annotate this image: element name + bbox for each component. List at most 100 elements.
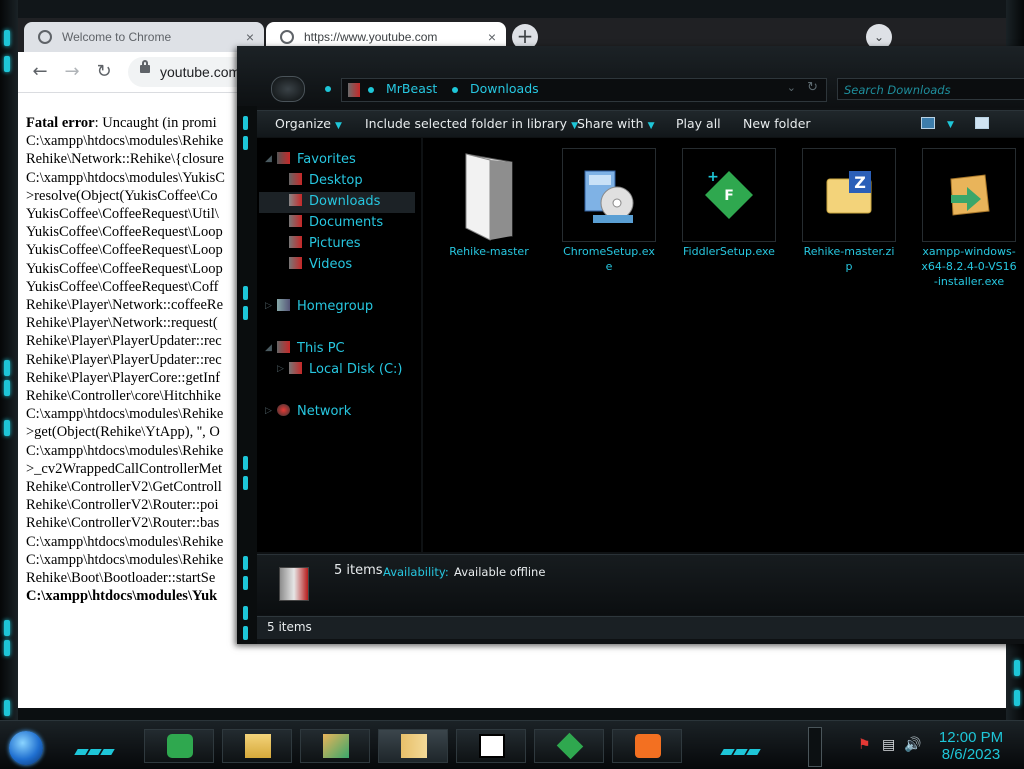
error-line: Rehike\ControllerV2\Router::bas [26, 515, 220, 532]
nav-label: Documents [309, 215, 384, 230]
network-icon[interactable]: ▤ [882, 737, 895, 753]
desktop-top-frame [0, 0, 1024, 18]
breadcrumb-downloads[interactable]: Downloads [470, 81, 539, 96]
tab-title: https://www.youtube.com [304, 30, 438, 44]
share-with-button[interactable]: Share with ▼ [577, 116, 655, 131]
nav-local-disk[interactable]: Local Disk (C:) [289, 362, 402, 377]
svg-text:F: F [724, 188, 734, 204]
new-folder-button[interactable]: New folder [743, 116, 811, 131]
file-item-rehike-master-zip[interactable]: Z Rehike-master.zip [801, 148, 897, 274]
refresh-icon[interactable]: ↻ [807, 80, 818, 95]
error-line: Rehike\Controller\core\Hitchhike [26, 388, 221, 405]
chevron-down-icon: ▼ [647, 121, 655, 131]
nav-label: Desktop [309, 173, 363, 188]
taskbar-installer[interactable] [300, 729, 370, 763]
taskbar-xampp[interactable] [612, 729, 682, 763]
documents-icon [289, 215, 302, 227]
organize-button[interactable]: Organize ▼ [275, 116, 342, 131]
pictures-icon [289, 236, 302, 248]
videos-icon [289, 257, 302, 269]
organize-label: Organize [275, 116, 331, 131]
nav-this-pc[interactable]: This PC [277, 341, 345, 356]
folder-thumbnail-icon [279, 567, 309, 601]
nav-network[interactable]: Network [277, 404, 351, 419]
error-line: YukisCoffee\CoffeeRequest\Util\ [26, 206, 219, 223]
search-input[interactable]: Search Downloads [837, 78, 1024, 100]
error-line: C:\xampp\htdocs\modules\Rehike [26, 133, 224, 150]
close-tab-icon[interactable]: × [488, 29, 496, 45]
explorer-title-bar[interactable]: MrBeast Downloads ⌄ ↻ Search Downloads [237, 46, 1024, 108]
chevron-down-icon[interactable]: ⌄ [787, 81, 796, 94]
system-clock[interactable]: 12:00 PM 8/6/2023 [930, 729, 1012, 764]
status-item-count: 5 items [267, 620, 312, 634]
nav-label: Homegroup [297, 299, 374, 314]
include-label: Include selected folder in library [365, 116, 568, 131]
reload-icon[interactable]: ↻ [92, 60, 116, 84]
nav-videos[interactable]: Videos [289, 257, 352, 272]
file-item-rehike-master[interactable]: Rehike-master [441, 148, 537, 259]
forward-arrow-icon[interactable]: → [60, 60, 84, 84]
taskbar-7zip[interactable] [456, 729, 526, 763]
taskbar: ⚑ ▤ 🔊 12:00 PM 8/6/2023 [0, 720, 1024, 769]
file-item-xampp-installer[interactable]: xampp-windows-x64-8.2.4-0-VS16-installer… [921, 148, 1017, 289]
back-arrow-icon[interactable]: ← [28, 60, 52, 84]
nav-pictures[interactable]: Pictures [289, 236, 360, 251]
nav-label: Network [297, 404, 352, 419]
expand-arrow-icon[interactable]: ▷ [277, 364, 284, 374]
installer-icon [323, 734, 349, 758]
nav-homegroup[interactable]: Homegroup [277, 299, 373, 314]
nav-label: Videos [309, 257, 353, 272]
expand-arrow-icon[interactable]: ◢ [265, 343, 272, 353]
show-hidden-icons-button[interactable] [808, 727, 822, 767]
fiddler-icon: F + [682, 148, 776, 242]
explorer-window: MrBeast Downloads ⌄ ↻ Search Downloads O… [237, 46, 1024, 644]
tab-welcome[interactable]: Welcome to Chrome × [24, 22, 264, 52]
expand-arrow-icon[interactable]: ▷ [265, 406, 272, 416]
volume-icon[interactable]: 🔊 [904, 737, 921, 753]
include-in-library-button[interactable]: Include selected folder in library ▼ [365, 116, 578, 131]
command-bar: Organize ▼ Include selected folder in lib… [257, 110, 1024, 137]
star-icon [277, 152, 290, 164]
recent-pages-icon[interactable] [325, 86, 331, 92]
error-line: YukisCoffee\CoffeeRequest\Coff [26, 278, 219, 295]
nav-documents[interactable]: Documents [289, 215, 383, 230]
xampp-icon [635, 734, 661, 758]
svg-text:+: + [707, 169, 719, 185]
handshake-icon [401, 734, 427, 758]
nav-desktop[interactable]: Desktop [289, 173, 363, 188]
change-view-icon[interactable] [921, 117, 935, 129]
taskbar-fiddler[interactable] [534, 729, 604, 763]
taskbar-explorer[interactable] [222, 729, 292, 763]
nav-label: Pictures [309, 236, 361, 251]
error-line: Rehike\Network::Rehike\{closure [26, 151, 224, 168]
nav-label: This PC [297, 341, 345, 356]
error-line: C:\xampp\htdocs\modules\Rehike [26, 406, 224, 423]
expand-arrow-icon[interactable]: ▷ [265, 301, 272, 311]
availability-value: Available offline [454, 565, 546, 579]
expand-arrow-icon[interactable]: ◢ [265, 154, 272, 164]
preview-pane-icon[interactable] [975, 117, 989, 129]
nav-label: Favorites [297, 152, 356, 167]
play-all-button[interactable]: Play all [676, 116, 721, 131]
address-bar[interactable]: MrBeast Downloads ⌄ ↻ [341, 78, 827, 102]
nav-favorites[interactable]: Favorites [277, 152, 356, 167]
view-options-chevron-icon[interactable]: ▼ [943, 115, 954, 130]
nav-downloads[interactable]: Downloads [259, 192, 415, 213]
desktop-icon [289, 173, 302, 185]
taskbar-notepad[interactable] [144, 729, 214, 763]
taskbar-handshake[interactable] [378, 729, 448, 763]
start-orb-icon[interactable] [9, 731, 43, 765]
lock-icon[interactable] [140, 60, 150, 73]
breadcrumb-mrbeast[interactable]: MrBeast [386, 81, 437, 96]
back-forward-icon[interactable] [271, 76, 305, 102]
error-line: Rehike\Player\PlayerCore::getInf [26, 369, 221, 386]
file-name: xampp-windows-x64-8.2.4-0-VS16-installer… [921, 245, 1017, 288]
taskbar-decoration [720, 740, 761, 755]
file-item-fiddlersetup[interactable]: F + FiddlerSetup.exe [681, 148, 777, 259]
file-item-chromesetup[interactable]: ChromeSetup.exe [561, 148, 657, 274]
flag-icon[interactable]: ⚑ [858, 737, 871, 753]
user-folder-icon [348, 83, 360, 97]
globe-icon [38, 30, 52, 44]
close-tab-icon[interactable]: × [246, 29, 254, 45]
chevron-down-icon: ▼ [335, 121, 342, 131]
